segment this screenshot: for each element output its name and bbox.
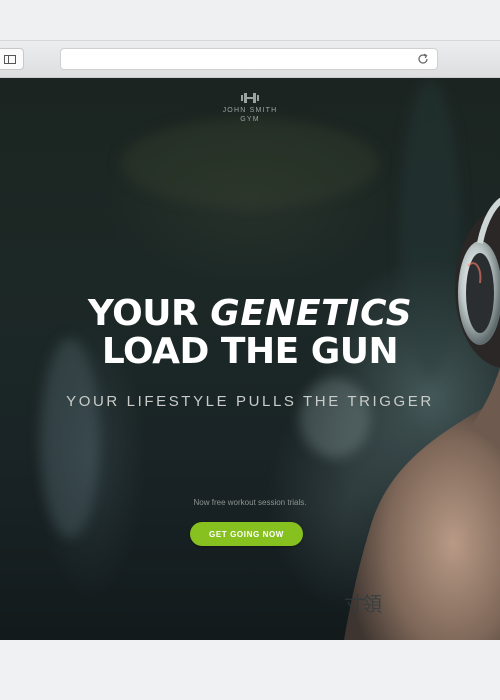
hero-section: 寸領 JOHN SMITH GYM YOUR GENETICS LOAD THE… <box>0 78 500 640</box>
browser-window: 寸領 JOHN SMITH GYM YOUR GENETICS LOAD THE… <box>0 0 500 700</box>
hero-headline: YOUR GENETICS LOAD THE GUN <box>0 295 500 371</box>
dumbbell-icon <box>241 93 259 103</box>
window-top-area <box>0 0 500 40</box>
tattoo-decoration: 寸領 <box>344 592 382 616</box>
reload-icon[interactable] <box>416 52 430 66</box>
site-logo[interactable]: JOHN SMITH GYM <box>200 93 300 124</box>
logo-name: JOHN SMITH <box>222 107 278 114</box>
headline-line2: LOAD THE GUN <box>101 331 399 372</box>
address-bar[interactable] <box>60 48 438 70</box>
sidebar-toggle-icon <box>4 55 16 64</box>
hero-subheadline: YOUR LIFESTYLE PULLS THE TRIGGER <box>66 393 434 410</box>
logo-subtitle: GYM <box>240 116 260 123</box>
url-input[interactable] <box>69 51 403 69</box>
browser-toolbar <box>0 40 500 78</box>
headline-line1: YOUR GENETICS <box>0 295 500 333</box>
headline-accent-word: GENETICS <box>210 293 413 334</box>
get-going-now-button[interactable]: GET GOING NOW <box>190 522 303 546</box>
window-bottom-area <box>0 640 500 700</box>
athlete-with-headphones-image <box>344 198 500 640</box>
headline-word: YOUR <box>87 293 199 334</box>
sidebar-toggle-button[interactable] <box>0 48 24 70</box>
background-light <box>120 118 380 208</box>
promo-text: Now free workout session trials. <box>193 498 307 507</box>
